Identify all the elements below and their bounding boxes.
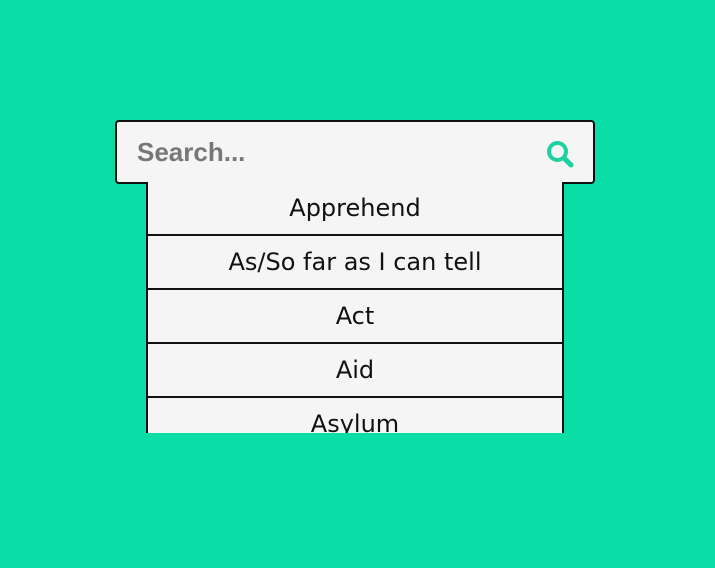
list-item[interactable]: Act [146, 290, 564, 344]
list-item[interactable]: As/So far as I can tell [146, 236, 564, 290]
autocomplete-dropdown[interactable]: Apprehend As/So far as I can tell Act Ai… [146, 182, 564, 433]
list-item[interactable]: Apprehend [146, 182, 564, 236]
search-widget: Apprehend As/So far as I can tell Act Ai… [115, 120, 595, 433]
search-input[interactable] [117, 122, 537, 182]
search-bar [115, 120, 595, 184]
list-item[interactable]: Aid [146, 344, 564, 398]
search-icon[interactable] [545, 139, 575, 169]
autocomplete-list: Apprehend As/So far as I can tell Act Ai… [146, 182, 564, 433]
list-item[interactable]: Asylum [146, 398, 564, 433]
